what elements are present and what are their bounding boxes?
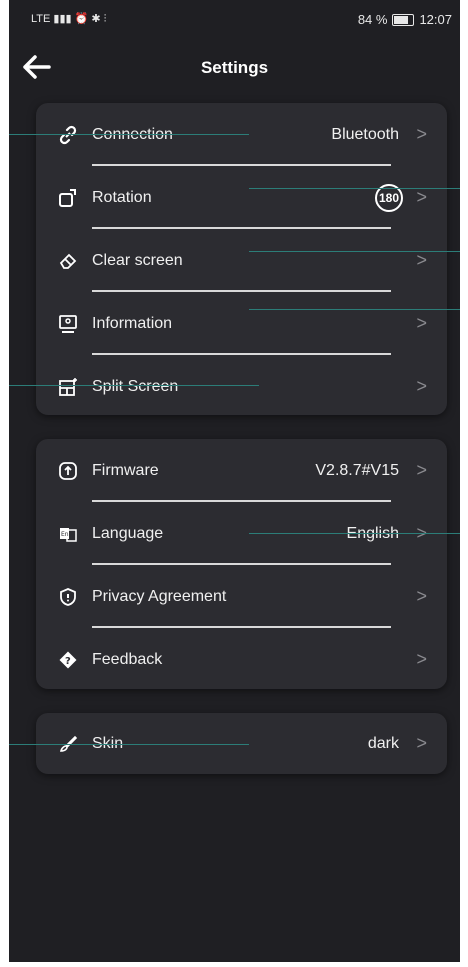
signal-icon: LTE ▮▮▮ ⏰ ✱ ⫶ (31, 13, 107, 25)
svg-text:En: En (61, 531, 69, 538)
chevron-right-icon: > (416, 460, 427, 480)
status-bar: LTE ▮▮▮ ⏰ ✱ ⫶ 84 % 12:07 (9, 0, 460, 38)
rotation-label: Rotation (92, 188, 152, 206)
annotation-line (9, 385, 259, 386)
chevron-right-icon: > (416, 733, 427, 753)
chevron-right-icon: > (416, 250, 427, 270)
split-screen-row[interactable]: Split Screen > (36, 355, 447, 418)
information-row[interactable]: Information > (36, 292, 447, 355)
shield-icon (60, 587, 76, 606)
phone-screen: LTE ▮▮▮ ⏰ ✱ ⫶ 84 % 12:07 Settings Connec… (9, 0, 460, 962)
chevron-right-icon: > (416, 313, 427, 333)
annotation-line (249, 533, 460, 534)
information-label: Information (92, 314, 173, 332)
status-icons: LTE ▮▮▮ ⏰ ✱ ⫶ (31, 12, 106, 26)
privacy-row[interactable]: Privacy Agreement > (36, 565, 447, 628)
annotation-line (9, 744, 249, 745)
clock: 12:07 (419, 12, 452, 27)
chevron-right-icon: > (416, 649, 427, 669)
split-screen-label: Split Screen (92, 377, 179, 395)
monitor-icon (59, 314, 77, 333)
feedback-row[interactable]: ? Feedback > (36, 628, 447, 691)
eraser-icon (59, 253, 77, 269)
battery-percent: 84 % (357, 12, 388, 27)
header: Settings (9, 50, 460, 86)
rotate-icon (59, 188, 76, 207)
connection-value: Bluetooth (331, 125, 399, 143)
clear-screen-label: Clear screen (92, 251, 183, 269)
firmware-row[interactable]: Firmware V2.8.7#V15 > (36, 439, 447, 502)
privacy-label: Privacy Agreement (92, 587, 227, 605)
feedback-icon: ? (59, 651, 77, 668)
language-label: Language (92, 524, 164, 542)
annotation-line (249, 309, 460, 310)
annotation-line (9, 134, 249, 135)
page-title: Settings (200, 58, 269, 77)
rotation-row[interactable]: Rotation 180 > (36, 166, 447, 229)
skin-value: dark (367, 734, 399, 752)
settings-card-device: Connection Bluetooth > Rotation 180 > Cl… (36, 103, 447, 415)
chevron-right-icon: > (416, 376, 427, 396)
firmware-icon (59, 461, 77, 480)
chevron-right-icon: > (416, 586, 427, 606)
chevron-right-icon: > (416, 124, 427, 144)
split-screen-icon (59, 377, 77, 396)
firmware-label: Firmware (92, 461, 159, 479)
svg-text:?: ? (65, 656, 71, 667)
feedback-label: Feedback (92, 650, 163, 668)
firmware-value: V2.8.7#V15 (315, 461, 399, 479)
language-icon: En (60, 527, 77, 542)
battery-icon (392, 13, 415, 26)
clear-screen-row[interactable]: Clear screen > (36, 229, 447, 292)
chevron-right-icon: > (416, 187, 427, 207)
settings-card-about: Firmware V2.8.7#V15 > En Language Englis… (36, 439, 447, 689)
annotation-line (249, 251, 460, 252)
annotation-line (249, 188, 460, 189)
status-right: 84 % 12:07 (358, 12, 452, 27)
